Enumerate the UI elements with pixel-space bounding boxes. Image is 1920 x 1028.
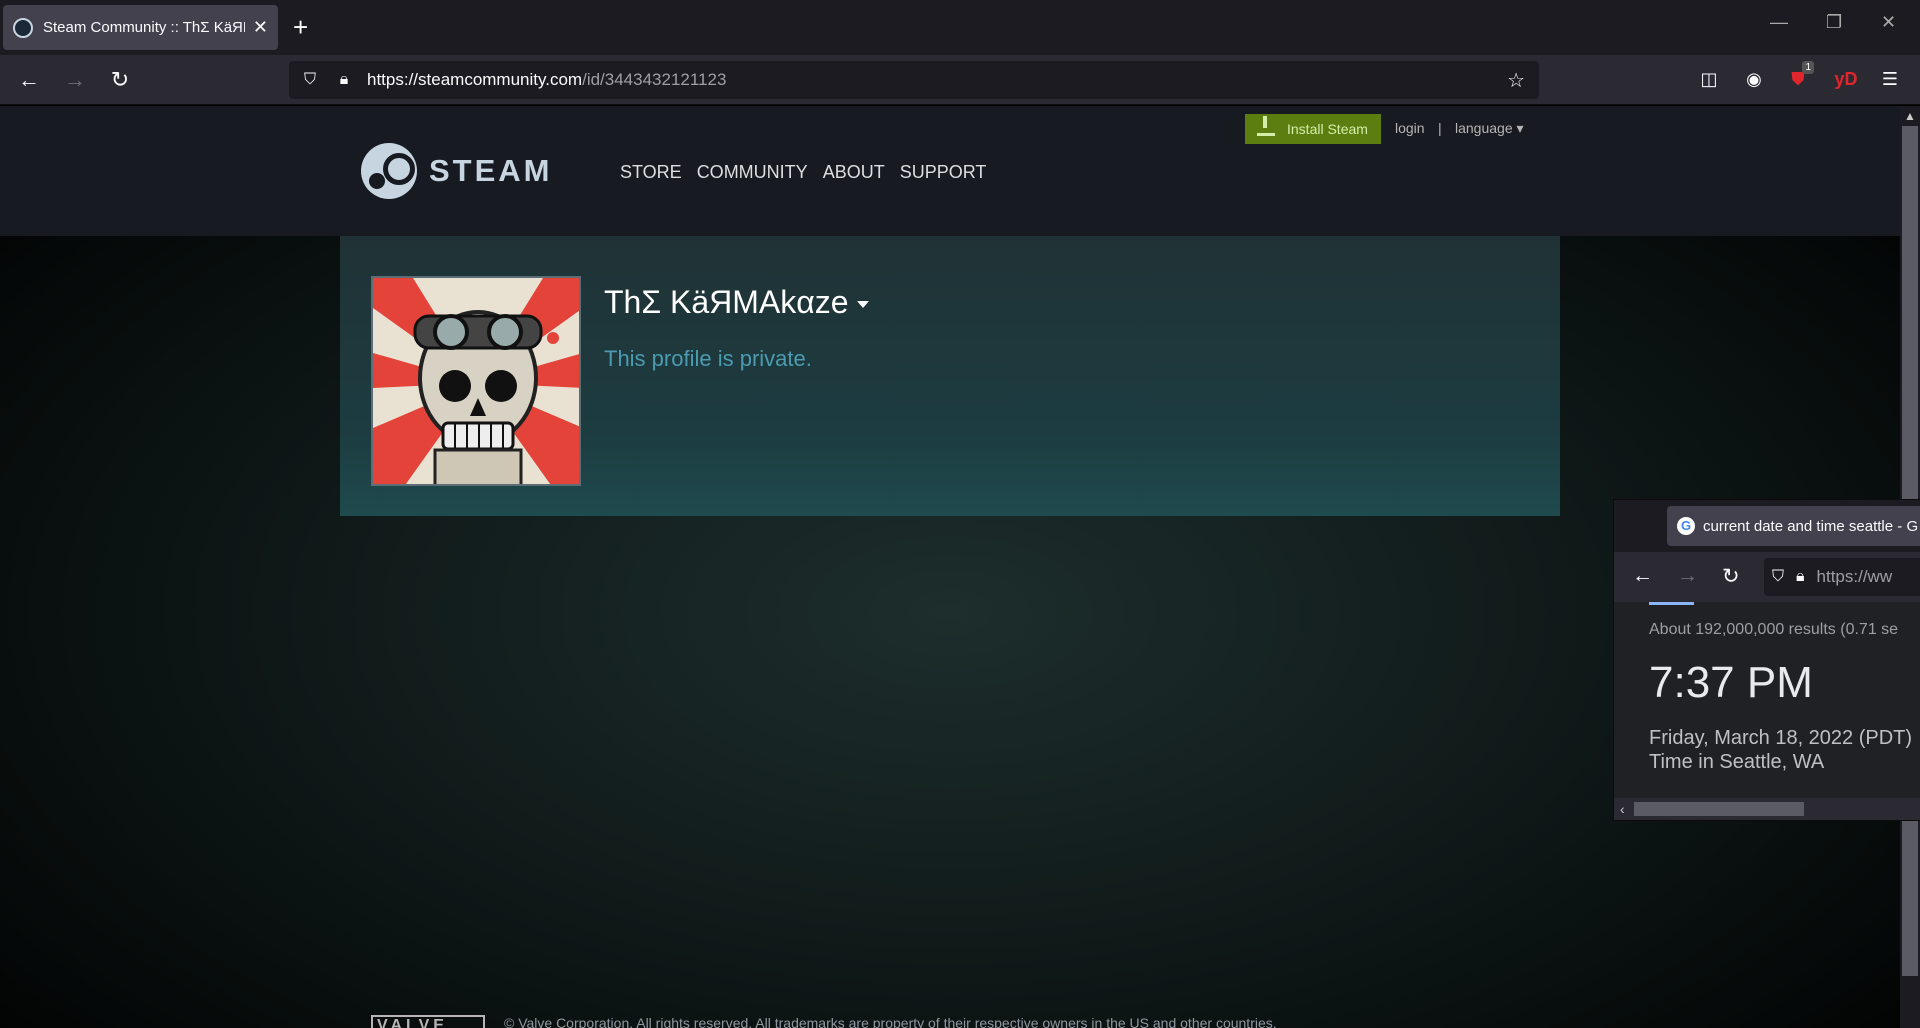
time-location: Time in Seattle, WA — [1649, 751, 1825, 773]
scroll-left-icon[interactable]: ‹ — [1620, 801, 1625, 817]
main-nav: STORE COMMUNITY ABOUT SUPPORT — [620, 162, 986, 183]
back-button[interactable]: ← — [1632, 564, 1653, 588]
address-bar[interactable]: ⛉ 🔒︎ https://steamcommunity.com/id/34434… — [289, 61, 1539, 99]
steam-logo[interactable]: STEAM — [361, 143, 553, 199]
profile-name[interactable]: ThΣ KäЯMAkαze — [604, 284, 869, 321]
browser-tab-bar: Steam Community :: ThΣ KäЯM ✕ + — ❐ ✕ — [0, 0, 1920, 55]
google-tab-title: current date and time seattle - G — [1703, 517, 1919, 535]
scroll-up-icon[interactable]: ▲ — [1904, 109, 1916, 123]
lock-icon[interactable]: 🔒︎ — [1796, 568, 1805, 586]
download-icon — [1257, 116, 1275, 136]
steam-favicon-icon — [13, 17, 33, 38]
steam-logo-icon — [361, 143, 417, 199]
caret-down-icon[interactable] — [856, 301, 869, 309]
reload-button[interactable]: ↻ — [1722, 564, 1740, 589]
private-profile-notice: This profile is private. — [604, 346, 812, 371]
footer-copyright: © Valve Corporation. All rights reserved… — [504, 1015, 1277, 1028]
extension-globe-icon[interactable]: ◉ — [1740, 65, 1768, 93]
skull-pilot-avatar-image — [373, 278, 579, 484]
new-tab-button[interactable]: + — [293, 12, 308, 42]
second-window-address-bar[interactable]: ⛉ 🔒︎ https://ww — [1764, 558, 1920, 596]
second-browser-window: G current date and time seattle - G ← → … — [1613, 499, 1920, 821]
link-separator: | — [1438, 120, 1442, 136]
reload-button[interactable]: ↻ — [105, 65, 135, 95]
horizontal-scrollbar-thumb[interactable] — [1634, 802, 1804, 816]
steam-wordmark: STEAM — [429, 153, 553, 188]
shield-icon[interactable]: ⛉ — [1772, 568, 1784, 586]
avatar — [371, 276, 581, 486]
login-link[interactable]: login — [1395, 120, 1425, 136]
menu-icon[interactable]: ☰ — [1876, 65, 1904, 93]
valve-logo[interactable]: VALVE — [371, 1015, 485, 1028]
google-results: About 192,000,000 results (0.71 se 7:37 … — [1614, 602, 1920, 820]
close-window-icon[interactable]: ✕ — [1881, 12, 1896, 33]
lock-icon[interactable]: 🔒︎ — [333, 71, 355, 89]
install-steam-button[interactable]: Install Steam — [1245, 114, 1381, 144]
close-tab-icon[interactable]: ✕ — [253, 17, 268, 38]
language-dropdown[interactable]: language ▾ — [1455, 120, 1524, 137]
restore-icon[interactable]: ❐ — [1826, 12, 1842, 33]
nav-store[interactable]: STORE — [620, 162, 682, 183]
nav-about[interactable]: ABOUT — [823, 162, 885, 183]
google-icon: G — [1677, 517, 1695, 535]
horizontal-scrollbar[interactable]: ‹ — [1614, 798, 1920, 820]
current-date: Friday, March 18, 2022 (PDT) — [1649, 727, 1913, 749]
tab-title: Steam Community :: ThΣ KäЯM — [43, 19, 245, 36]
steam-header: Install Steam login | language ▾ STEAM S… — [0, 106, 1900, 236]
forward-button[interactable]: → — [60, 65, 90, 95]
nav-support[interactable]: SUPPORT — [900, 162, 987, 183]
current-time: 7:37 PM — [1649, 658, 1813, 707]
second-window-url: https://ww — [1816, 567, 1893, 586]
google-search-tab[interactable]: G current date and time seattle - G — [1667, 506, 1920, 546]
url-text: https://steamcommunity.com/id/3443432121… — [367, 70, 727, 89]
second-window-nav-bar: ← → ↻ ⛉ 🔒︎ https://ww — [1614, 552, 1920, 602]
minimize-icon[interactable]: — — [1770, 12, 1788, 33]
profile-header: ThΣ KäЯMAkαze This profile is private. — [340, 236, 1560, 516]
loading-bar — [1649, 602, 1694, 605]
second-window-tab-bar: G current date and time seattle - G — [1614, 500, 1920, 552]
browser-nav-bar: ← → ↻ ⛉ 🔒︎ https://steamcommunity.com/id… — [0, 55, 1920, 105]
bookmark-star-icon[interactable]: ☆ — [1507, 68, 1525, 93]
forward-button[interactable]: → — [1677, 564, 1698, 588]
ublock-icon[interactable]: ⛊ — [1784, 61, 1814, 93]
pocket-icon[interactable]: ◫ — [1695, 65, 1723, 93]
yandex-extension-icon[interactable]: yD — [1832, 65, 1860, 93]
nav-community[interactable]: COMMUNITY — [697, 162, 808, 183]
back-button[interactable]: ← — [14, 65, 44, 95]
results-count: About 192,000,000 results (0.71 se — [1649, 621, 1899, 638]
install-steam-label: Install Steam — [1287, 121, 1368, 137]
browser-tab-steam[interactable]: Steam Community :: ThΣ KäЯM ✕ — [3, 5, 278, 50]
shield-icon[interactable]: ⛉ — [299, 71, 321, 89]
